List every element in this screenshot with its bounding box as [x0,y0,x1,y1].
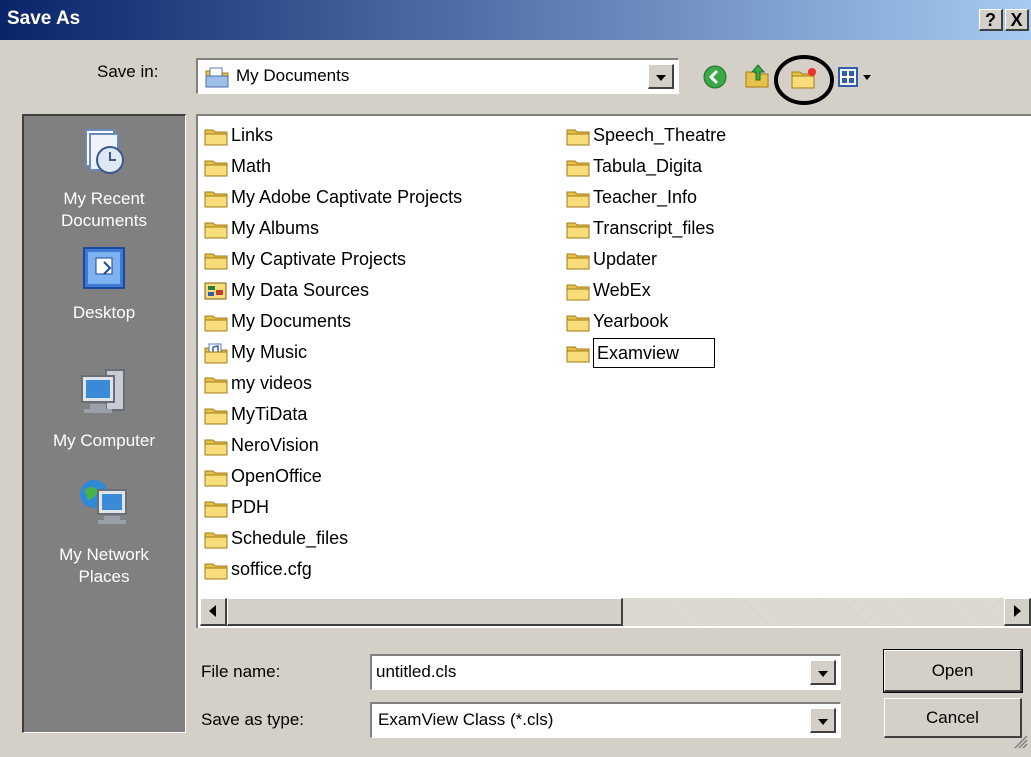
list-item[interactable]: Transcript_files [566,215,714,242]
views-menu-icon[interactable] [837,66,873,93]
list-item[interactable]: Links [204,122,273,149]
folder-icon [566,343,590,363]
list-item[interactable]: soffice.cfg [204,556,312,583]
folder-icon [204,498,228,518]
folder-icon [204,312,228,332]
save-as-type-select[interactable]: ExamView Class (*.cls) [370,702,841,738]
list-item[interactable]: my videos [204,370,312,397]
scroll-thumb[interactable] [227,598,623,626]
folder-icon [566,157,590,177]
save-in-dropdown[interactable]: My Documents [196,58,679,94]
list-item[interactable]: Teacher_Info [566,184,697,211]
folder-icon [566,219,590,239]
list-item[interactable]: Schedule_files [204,525,348,552]
list-item[interactable]: Speech_Theatre [566,122,726,149]
music-folder-icon [204,343,228,363]
up-folder-icon[interactable] [744,62,772,95]
folder-icon [204,157,228,177]
folder-icon [204,188,228,208]
network-places-icon [24,474,184,540]
save-as-type-dropdown-arrow[interactable] [810,708,836,733]
list-item[interactable]: OpenOffice [204,463,322,490]
place-desktop[interactable]: Desktop [24,244,184,324]
list-item[interactable]: My Albums [204,215,319,242]
file-list[interactable]: Links Math My Adobe Captivate Projects M… [196,114,1031,628]
my-documents-icon [204,65,230,94]
place-my-computer[interactable]: My Computer [24,364,184,452]
list-item[interactable]: MyTiData [204,401,307,428]
my-computer-icon [24,364,184,426]
file-name-value: untitled.cls [376,662,457,681]
scroll-left-button[interactable] [200,598,227,626]
file-name-label: File name: [201,662,281,681]
list-item-renaming[interactable]: Examview [566,337,715,368]
folder-icon [566,312,590,332]
places-bar: My Recent Documents Desktop My Computer [22,114,186,733]
place-label: Desktop [72,303,136,322]
list-item[interactable]: NeroVision [204,432,319,459]
place-label: Places [78,567,130,586]
list-item[interactable]: My Adobe Captivate Projects [204,184,462,211]
list-item[interactable]: PDH [204,494,269,521]
list-item[interactable]: WebEx [566,277,651,304]
save-as-type-value: ExamView Class (*.cls) [378,710,554,729]
help-button[interactable]: ? [979,9,1003,31]
resize-grip-icon[interactable] [1013,734,1029,755]
save-in-value: My Documents [236,66,350,85]
folder-icon [204,126,228,146]
window-title: Save As [7,8,81,29]
list-item[interactable]: Tabula_Digita [566,153,702,180]
list-item[interactable]: My Captivate Projects [204,246,406,273]
folder-icon [566,126,590,146]
folder-icon [204,436,228,456]
list-item[interactable]: Yearbook [566,308,668,335]
back-icon[interactable] [702,64,728,95]
title-bar[interactable]: Save As ? X [0,0,1031,40]
data-sources-icon [204,282,227,299]
place-my-recent-documents[interactable]: My Recent Documents [24,126,184,232]
file-name-input[interactable]: untitled.cls [370,654,841,690]
save-in-label: Save in: [97,62,159,81]
folder-icon [204,250,228,270]
folder-icon [566,188,590,208]
save-as-type-label: Save as type: [201,710,305,729]
folder-icon [204,405,228,425]
recent-documents-icon [24,126,184,184]
place-label: My Network [59,545,149,564]
list-item[interactable]: My Music [204,339,307,366]
folder-icon [566,281,590,301]
arrow-right-icon [1014,605,1021,617]
list-item[interactable]: Math [204,153,271,180]
place-my-network-places[interactable]: My Network Places [24,474,184,588]
folder-icon [204,560,228,580]
scroll-right-button[interactable] [1004,598,1031,626]
folder-icon [566,250,590,270]
save-in-dropdown-arrow[interactable] [648,64,674,89]
folder-icon [204,529,228,549]
place-label: My Computer [52,431,156,450]
file-name-dropdown-arrow[interactable] [810,660,836,685]
rename-input[interactable]: Examview [593,337,715,368]
list-item[interactable]: My Data Sources [204,277,369,304]
close-button[interactable]: X [1005,9,1029,31]
place-label: Documents [61,211,147,230]
desktop-icon [24,244,184,298]
folder-icon [204,467,228,487]
folder-icon [204,374,228,394]
list-item[interactable]: My Documents [204,308,351,335]
horizontal-scrollbar[interactable] [200,598,1031,626]
list-item[interactable]: Updater [566,246,657,273]
arrow-left-icon [209,605,216,617]
cancel-button[interactable]: Cancel [884,698,1022,738]
open-button[interactable]: Open [883,649,1023,693]
place-label: My Recent [63,189,145,208]
folder-icon [204,219,228,239]
new-folder-icon[interactable] [790,66,820,95]
